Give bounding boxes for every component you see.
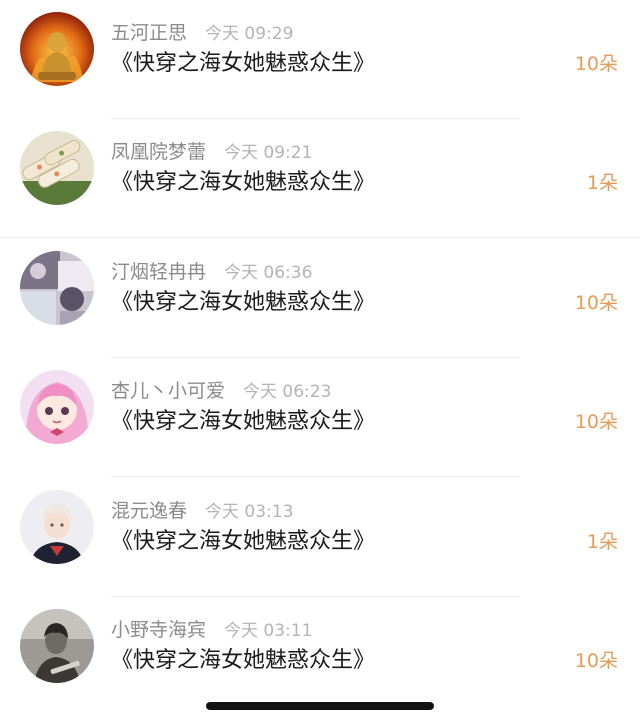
list-item[interactable]: 混元逸春 今天 03:13 《快穿之海女她魅惑众生》 1朵 [0, 478, 640, 597]
row-meta: 小野寺海宾 今天 03:11 [111, 617, 312, 643]
collage-avatar-icon[interactable] [20, 251, 94, 325]
timestamp: 今天 06:23 [243, 382, 332, 402]
list-item[interactable]: 五河正思 今天 09:29 《快穿之海女她魅惑众生》 10朵 [0, 0, 640, 119]
row-meta: 混元逸春 今天 03:13 [111, 498, 293, 524]
timestamp: 今天 03:11 [224, 621, 313, 641]
book-title[interactable]: 《快穿之海女她魅惑众生》 [111, 288, 375, 318]
gift-count: 10朵 [574, 292, 618, 314]
user-name[interactable]: 五河正思 [111, 22, 187, 44]
timestamp: 今天 09:29 [205, 24, 294, 44]
row-meta: 凤凰院梦蕾 今天 09:21 [111, 139, 312, 165]
gift-count: 10朵 [574, 650, 618, 672]
user-name[interactable]: 杏儿丶小可爱 [111, 380, 225, 402]
book-title[interactable]: 《快穿之海女她魅惑众生》 [111, 407, 375, 437]
book-title[interactable]: 《快穿之海女她魅惑众生》 [111, 646, 375, 676]
row-meta: 汀烟轻冉冉 今天 06:36 [111, 259, 312, 285]
list-item[interactable]: 杏儿丶小可爱 今天 06:23 《快穿之海女她魅惑众生》 10朵 [0, 358, 640, 477]
book-title[interactable]: 《快穿之海女她魅惑众生》 [111, 168, 375, 198]
row-meta: 五河正思 今天 09:29 [111, 20, 293, 46]
gift-count: 1朵 [586, 531, 618, 553]
book-title[interactable]: 《快穿之海女她魅惑众生》 [111, 527, 375, 557]
list-item[interactable]: 汀烟轻冉冉 今天 06:36 《快穿之海女她魅惑众生》 10朵 [0, 239, 640, 358]
divider [111, 476, 520, 477]
user-name[interactable]: 凤凰院梦蕾 [111, 141, 206, 163]
avatar-image [20, 490, 94, 564]
buddha-avatar-icon[interactable] [20, 12, 94, 86]
list-item[interactable]: 小野寺海宾 今天 03:11 《快穿之海女她魅惑众生》 10朵 [0, 597, 640, 716]
food-rolls-avatar-icon[interactable] [20, 131, 94, 205]
timestamp: 今天 03:13 [205, 502, 294, 522]
person-portrait-avatar-icon[interactable] [20, 490, 94, 564]
user-name[interactable]: 混元逸春 [111, 500, 187, 522]
avatar-image [20, 370, 94, 444]
divider [0, 237, 640, 238]
gift-count: 1朵 [586, 172, 618, 194]
anime-girl-avatar-icon[interactable] [20, 370, 94, 444]
avatar-image [20, 251, 94, 325]
avatar-image [20, 12, 94, 86]
gift-count: 10朵 [574, 411, 618, 433]
book-title[interactable]: 《快穿之海女她魅惑众生》 [111, 49, 375, 79]
avatar-image [20, 609, 94, 683]
user-name[interactable]: 小野寺海宾 [111, 619, 206, 641]
user-name[interactable]: 汀烟轻冉冉 [111, 261, 206, 283]
list-item[interactable]: 凤凰院梦蕾 今天 09:21 《快穿之海女她魅惑众生》 1朵 [0, 119, 640, 238]
home-indicator[interactable] [206, 702, 434, 710]
gift-count: 10朵 [574, 53, 618, 75]
avatar-image [20, 131, 94, 205]
grayscale-person-avatar-icon[interactable] [20, 609, 94, 683]
timestamp: 今天 09:21 [224, 143, 313, 163]
timestamp: 今天 06:36 [224, 263, 313, 283]
row-meta: 杏儿丶小可爱 今天 06:23 [111, 378, 331, 404]
